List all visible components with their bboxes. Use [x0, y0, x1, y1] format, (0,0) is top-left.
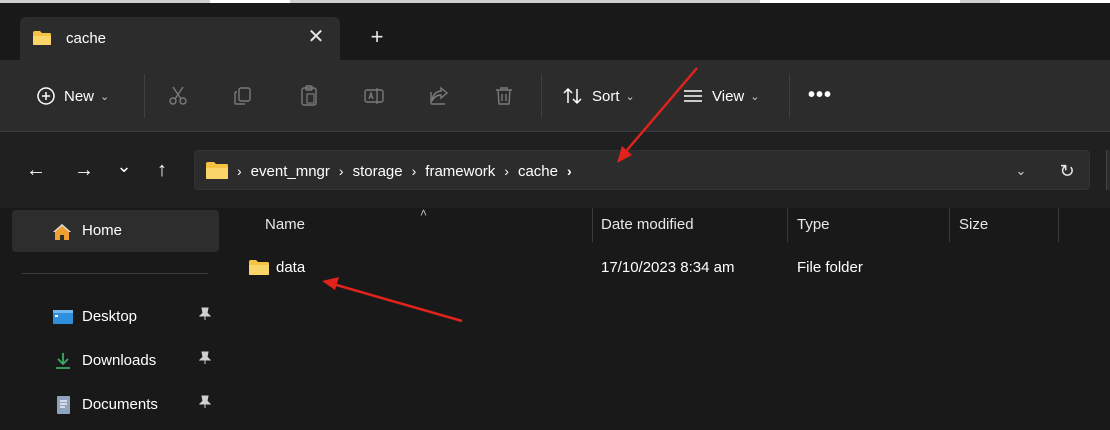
- paste-icon[interactable]: [297, 84, 321, 108]
- sidebar-item-documents[interactable]: Documents: [0, 388, 220, 422]
- more-options-icon[interactable]: •••: [808, 84, 832, 107]
- download-icon: [56, 353, 70, 369]
- file-list: ˄ Name Date modified Type Size data 17/1…: [220, 206, 1110, 430]
- breadcrumb-item[interactable]: event_mngr: [251, 163, 330, 180]
- file-type: File folder: [797, 259, 863, 276]
- pin-icon[interactable]: [198, 395, 212, 412]
- chevron-down-icon: ⌄: [625, 90, 635, 103]
- breadcrumb: › event_mngr › storage › framework › cac…: [237, 151, 581, 191]
- desktop-icon: [53, 310, 73, 324]
- back-arrow-icon[interactable]: ←: [22, 156, 50, 184]
- sidebar-item-downloads[interactable]: Downloads: [0, 344, 220, 378]
- divider: [22, 273, 208, 274]
- folder-icon: [249, 260, 269, 275]
- breadcrumb-separator[interactable]: ›: [504, 163, 509, 179]
- column-header-date-modified[interactable]: Date modified: [601, 216, 694, 233]
- navigation-pane: Home Desktop Downloads Documents: [0, 208, 220, 430]
- column-divider[interactable]: [949, 208, 950, 242]
- home-icon: [53, 224, 71, 240]
- sort-button[interactable]: Sort ⌄: [562, 82, 635, 110]
- sort-button-label: Sort: [592, 87, 620, 105]
- breadcrumb-item[interactable]: cache: [518, 163, 558, 180]
- table-row[interactable]: data 17/10/2023 8:34 am File folder: [242, 256, 1092, 282]
- breadcrumb-separator[interactable]: ›: [567, 163, 572, 179]
- sidebar-item-label: Documents: [82, 396, 158, 413]
- new-tab-icon[interactable]: +: [364, 24, 390, 50]
- view-button-label: View: [712, 87, 745, 105]
- chevron-down-icon: ⌄: [750, 90, 760, 103]
- document-icon: [57, 396, 70, 414]
- view-list-icon: [684, 90, 702, 102]
- column-header-name[interactable]: Name: [265, 216, 305, 233]
- sidebar-item-home[interactable]: Home: [12, 210, 219, 252]
- forward-arrow-icon[interactable]: →: [70, 156, 98, 184]
- search-box[interactable]: [1106, 150, 1110, 190]
- copy-icon[interactable]: [231, 84, 255, 108]
- separator: [541, 74, 542, 118]
- sort-ascending-icon: ˄: [420, 206, 428, 220]
- pin-icon[interactable]: [198, 351, 212, 368]
- separator: [144, 74, 145, 118]
- delete-icon[interactable]: [492, 84, 516, 108]
- tab-title: cache: [66, 30, 107, 47]
- tab-cache[interactable]: cache ✕: [20, 17, 340, 60]
- cut-icon[interactable]: [166, 84, 190, 108]
- breadcrumb-separator[interactable]: ›: [237, 163, 242, 179]
- file-name: data: [276, 259, 306, 276]
- close-tab-icon[interactable]: ✕: [304, 25, 328, 49]
- chevron-down-icon: ⌄: [100, 90, 110, 103]
- up-arrow-icon[interactable]: ↑: [148, 156, 176, 184]
- folder-icon: [33, 31, 51, 45]
- sidebar-item-label: Home: [82, 222, 123, 239]
- pin-icon[interactable]: [198, 307, 212, 324]
- breadcrumb-item[interactable]: framework: [425, 163, 495, 180]
- file-explorer-window: cache ✕ + New ⌄ Sort ⌄ View ⌄ ••• ← → ⌄ …: [0, 0, 1110, 430]
- column-header-size[interactable]: Size: [959, 216, 988, 233]
- address-bar[interactable]: › event_mngr › storage › framework › cac…: [194, 150, 1090, 190]
- breadcrumb-item[interactable]: storage: [353, 163, 403, 180]
- navigation-row: ← → ⌄ ↑ › event_mngr › storage › framewo…: [0, 132, 1110, 208]
- plus-circle-icon: [37, 87, 55, 105]
- column-header-type[interactable]: Type: [797, 216, 830, 233]
- recent-locations-chevron-icon[interactable]: ⌄: [110, 152, 138, 180]
- column-divider[interactable]: [592, 208, 593, 242]
- column-divider[interactable]: [787, 208, 788, 242]
- command-bar: New ⌄ Sort ⌄ View ⌄ •••: [0, 60, 1110, 132]
- rename-icon[interactable]: [362, 84, 386, 108]
- refresh-icon[interactable]: ↻: [1055, 159, 1079, 183]
- new-button[interactable]: New ⌄: [36, 82, 109, 110]
- address-history-chevron-icon[interactable]: ⌄: [1011, 161, 1031, 181]
- breadcrumb-separator[interactable]: ›: [339, 163, 344, 179]
- breadcrumb-separator[interactable]: ›: [412, 163, 417, 179]
- separator: [789, 74, 790, 118]
- folder-icon: [206, 162, 228, 179]
- tab-bar: cache ✕ +: [0, 0, 1110, 60]
- share-icon[interactable]: [427, 84, 451, 108]
- view-button[interactable]: View ⌄: [682, 82, 759, 110]
- file-date-modified: 17/10/2023 8:34 am: [601, 259, 735, 276]
- column-divider[interactable]: [1058, 208, 1059, 242]
- top-edge: [0, 0, 1110, 3]
- sidebar-item-label: Downloads: [82, 352, 157, 369]
- new-button-label: New: [64, 87, 95, 105]
- sidebar-item-desktop[interactable]: Desktop: [0, 300, 220, 334]
- sidebar-item-label: Desktop: [82, 308, 138, 325]
- sort-icon: [563, 87, 582, 105]
